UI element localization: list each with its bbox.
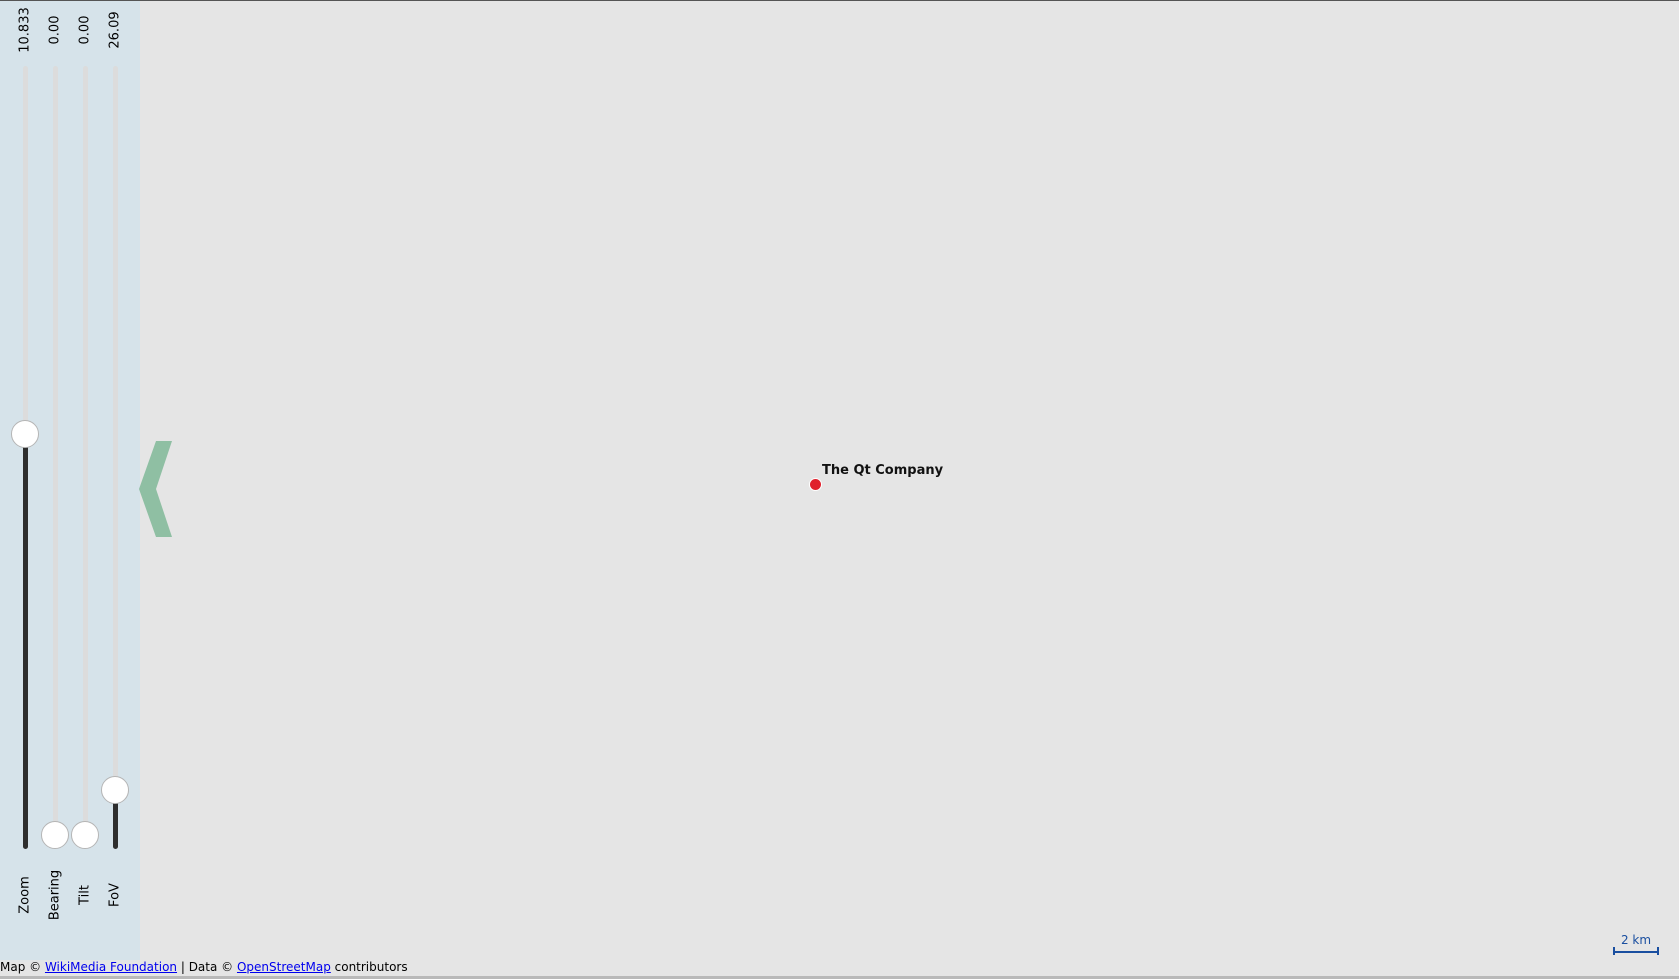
zoom-value: 10.833: [17, 7, 33, 53]
zoom-label: Zoom: [17, 876, 33, 914]
fov-slider-handle[interactable]: [101, 776, 129, 804]
scale-bar-right-tick: [1657, 947, 1659, 955]
fov-label: FoV: [107, 883, 123, 907]
scale-bar-line: [1614, 951, 1658, 953]
zoom-slider[interactable]: 10.833 Zoom: [10, 1, 40, 962]
attribution-suffix: contributors: [330, 960, 408, 974]
wikimedia-link[interactable]: WikiMedia Foundation: [45, 960, 177, 974]
marker-label: The Qt Company: [822, 463, 944, 478]
map-attribution: Map © WikiMedia Foundation | Data © Open…: [0, 960, 410, 974]
tilt-slider-track[interactable]: [82, 66, 88, 849]
tilt-slider-handle[interactable]: [71, 821, 99, 849]
fov-slider-track[interactable]: [112, 66, 118, 849]
scale-bar-label: 2 km: [1620, 933, 1652, 947]
collapse-panel-arrow-icon[interactable]: [139, 441, 173, 537]
map-view[interactable]: The Qt Company 2 km: [0, 1, 1679, 962]
map-viewer-window: The Qt Company 2 km 10.833 Zoom 0.00 Bea…: [0, 0, 1679, 979]
slider-panel: 10.833 Zoom 0.00 Bearing 0.00 Tilt 26.09: [0, 1, 140, 962]
bearing-slider[interactable]: 0.00 Bearing: [40, 1, 70, 962]
fov-slider[interactable]: 26.09 FoV: [100, 1, 130, 962]
attribution-prefix: Map ©: [0, 960, 45, 974]
openstreetmap-link[interactable]: OpenStreetMap: [237, 960, 331, 974]
fov-value: 26.09: [107, 11, 123, 49]
zoom-slider-fill: [22, 434, 28, 849]
bearing-value: 0.00: [47, 15, 63, 45]
tilt-label: Tilt: [77, 885, 93, 905]
bearing-label: Bearing: [47, 869, 63, 921]
tilt-value: 0.00: [77, 15, 93, 45]
location-marker-dot[interactable]: [809, 478, 822, 491]
zoom-slider-handle[interactable]: [11, 420, 39, 448]
attribution-middle: | Data ©: [177, 960, 237, 974]
tilt-slider[interactable]: 0.00 Tilt: [70, 1, 100, 962]
bearing-slider-handle[interactable]: [41, 821, 69, 849]
bearing-slider-track[interactable]: [52, 66, 58, 849]
zoom-slider-track[interactable]: [22, 66, 28, 849]
scale-bar-left-tick: [1613, 947, 1615, 955]
scale-bar: 2 km: [1612, 933, 1660, 955]
